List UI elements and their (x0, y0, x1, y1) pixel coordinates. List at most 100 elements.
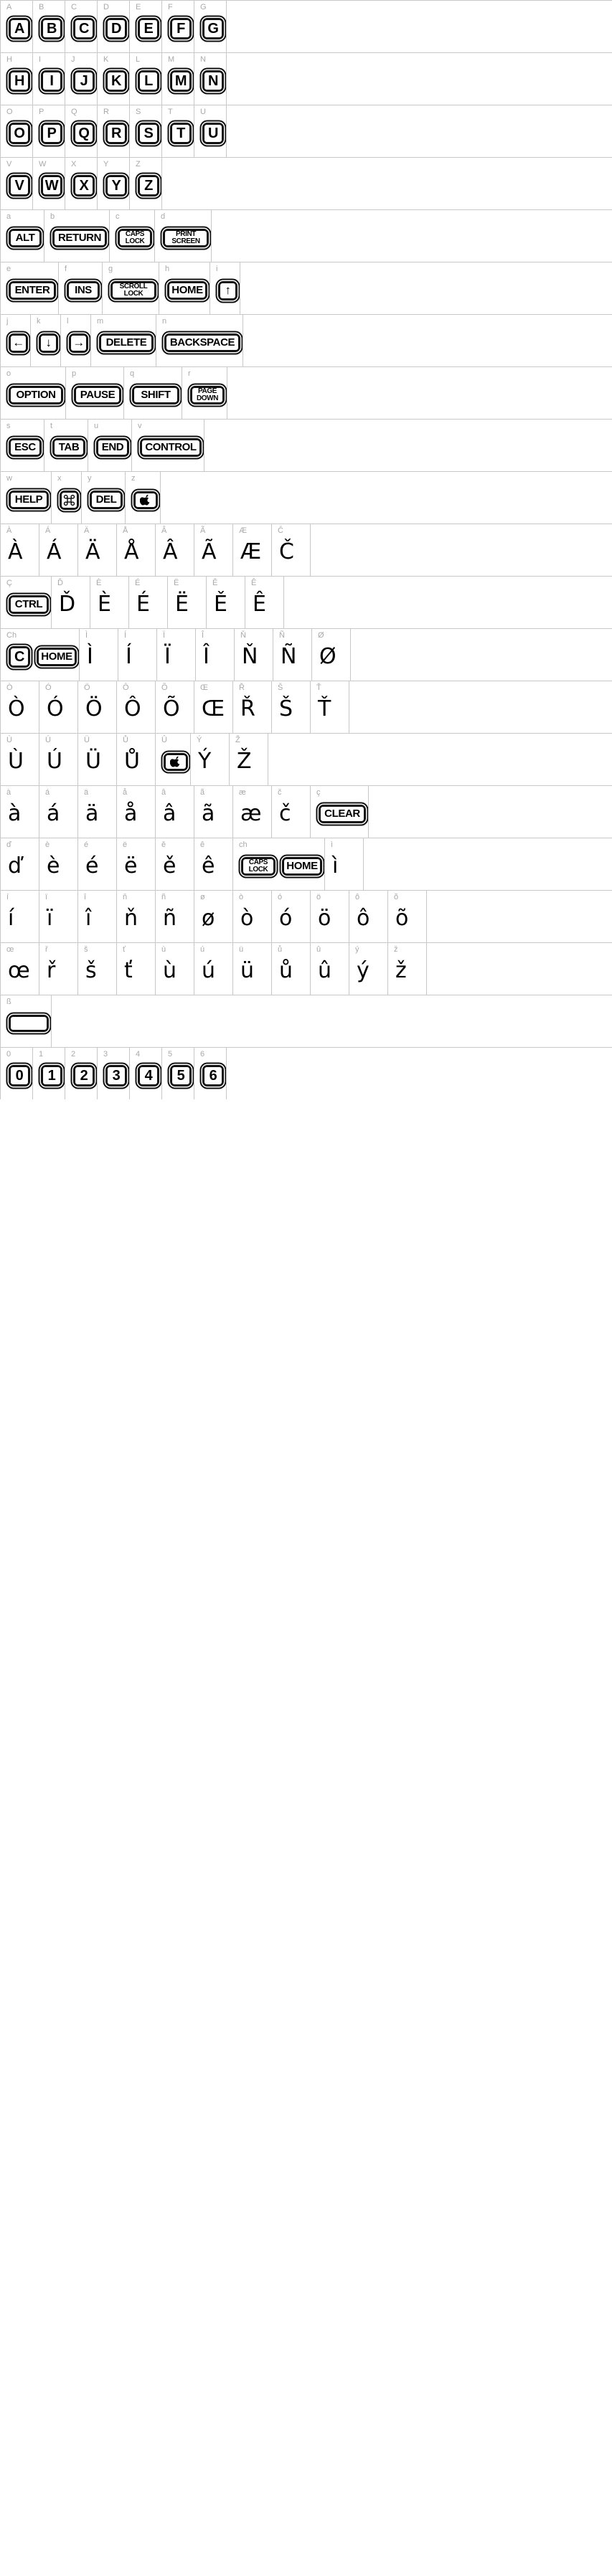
glyph-cell[interactable]: ÂÂ (155, 524, 194, 576)
glyph-cell[interactable]: o OPTION (0, 367, 65, 419)
keycap-caps-lock[interactable]: CAPS LOCK (118, 229, 152, 247)
keycap-0[interactable]: 0 (9, 1065, 30, 1086)
keycap-clear[interactable]: CLEAR (319, 805, 366, 823)
glyph-cell[interactable]: Û (155, 734, 190, 785)
glyph-cell[interactable]: ææ (232, 786, 271, 838)
glyph-cell[interactable]: UU (194, 105, 226, 157)
glyph-cell[interactable]: z (125, 472, 160, 524)
keycap-c[interactable]: C (73, 18, 95, 39)
keycap-ctrl[interactable]: CTRL (9, 595, 49, 614)
glyph-cell[interactable]: ÓÓ (39, 681, 77, 733)
keycap-scroll-lock[interactable]: SCROLL LOCK (110, 281, 156, 300)
glyph-cell[interactable]: r PAGE DOWN (182, 367, 227, 419)
glyph-cell[interactable]: GG (194, 1, 226, 52)
glyph-cell[interactable]: SS (129, 105, 161, 157)
glyph-cell[interactable]: f INS (58, 262, 102, 314)
glyph-cell[interactable]: ÃÃ (194, 524, 232, 576)
glyph-cell[interactable]: FF (161, 1, 194, 52)
keycap-x[interactable]: X (73, 175, 95, 196)
glyph-cell[interactable]: ch CAPS LOCK HOME (232, 838, 324, 890)
keycap-1[interactable]: 1 (41, 1065, 62, 1086)
keycap-v[interactable]: V (9, 175, 30, 196)
glyph-cell[interactable]: n BACKSPACE (156, 315, 243, 366)
glyph-cell[interactable]: øø (194, 891, 232, 942)
keycap-o[interactable]: O (9, 123, 30, 144)
glyph-cell[interactable]: ÅÅ (116, 524, 155, 576)
glyph-cell[interactable]: ĚĚ (206, 577, 245, 628)
keycap-del[interactable]: DEL (90, 491, 123, 509)
keycap-home[interactable]: HOME (282, 857, 322, 876)
glyph-cell[interactable]: ŒŒ (194, 681, 232, 733)
glyph-cell[interactable]: ß (0, 995, 51, 1047)
glyph-cell[interactable]: 44 (129, 1048, 161, 1099)
glyph-cell[interactable]: ññ (155, 891, 194, 942)
glyph-cell[interactable]: OO (0, 105, 32, 157)
keycap-return[interactable]: RETURN (52, 229, 107, 247)
keycap-h[interactable]: H (9, 70, 30, 92)
glyph-cell[interactable]: h HOME (159, 262, 210, 314)
glyph-cell[interactable]: õõ (387, 891, 426, 942)
glyph-cell[interactable]: ÚÚ (39, 734, 77, 785)
glyph-cell[interactable]: RR (97, 105, 129, 157)
glyph-cell[interactable]: ââ (155, 786, 194, 838)
glyph-cell[interactable]: ŽŽ (229, 734, 268, 785)
glyph-cell[interactable]: ZZ (129, 158, 161, 209)
glyph-cell[interactable]: 55 (161, 1048, 194, 1099)
glyph-cell[interactable]: ûû (310, 943, 349, 995)
glyph-cell[interactable]: ýý (349, 943, 387, 995)
keycap-e[interactable]: E (138, 18, 159, 39)
glyph-cell[interactable]: ÒÒ (0, 681, 39, 733)
keycap-t[interactable]: T (170, 123, 192, 144)
glyph-cell[interactable]: ÔÔ (116, 681, 155, 733)
glyph-cell[interactable]: üü (232, 943, 271, 995)
glyph-cell[interactable]: ÜÜ (77, 734, 116, 785)
keycap-backspace[interactable]: BACKSPACE (164, 333, 240, 352)
glyph-cell[interactable]: t TAB (44, 420, 88, 471)
glyph-cell[interactable]: HH (0, 53, 32, 105)
glyph-cell[interactable]: ËË (167, 577, 206, 628)
glyph-cell[interactable]: ÄÄ (77, 524, 116, 576)
glyph-cell[interactable]: x (51, 472, 81, 524)
glyph-cell[interactable]: ÎÎ (195, 629, 234, 681)
glyph-cell[interactable]: šš (77, 943, 116, 995)
keycap-z[interactable]: Z (138, 175, 159, 196)
keycap-tab[interactable]: TAB (52, 438, 85, 457)
glyph-cell[interactable]: ÙÙ (0, 734, 39, 785)
glyph-cell[interactable]: àà (0, 786, 39, 838)
glyph-cell[interactable]: k ↓ (30, 315, 60, 366)
keycap-d[interactable]: D (105, 18, 127, 39)
keycap-w[interactable]: W (41, 175, 62, 196)
glyph-cell[interactable]: KK (97, 53, 129, 105)
glyph-cell[interactable]: NN (194, 53, 226, 105)
glyph-cell[interactable]: BB (32, 1, 65, 52)
glyph-cell[interactable]: p PAUSE (65, 367, 123, 419)
glyph-cell[interactable]: 11 (32, 1048, 65, 1099)
keycap-arrow-down-icon[interactable]: ↓ (39, 333, 58, 353)
keycap-apple-icon[interactable] (164, 752, 188, 771)
glyph-cell[interactable]: TT (161, 105, 194, 157)
glyph-cell[interactable]: WW (32, 158, 65, 209)
glyph-cell[interactable]: u END (88, 420, 131, 471)
glyph-cell[interactable]: ÕÕ (155, 681, 194, 733)
keycap-arrow-right-icon[interactable]: → (69, 333, 88, 353)
glyph-cell[interactable]: čč (271, 786, 310, 838)
glyph-cell[interactable]: ÖÖ (77, 681, 116, 733)
keycap-arrow-left-icon[interactable]: ← (9, 333, 28, 353)
glyph-cell[interactable]: 22 (65, 1048, 97, 1099)
glyph-cell[interactable]: ěě (155, 838, 194, 890)
glyph-cell[interactable]: 00 (0, 1048, 32, 1099)
glyph-cell[interactable]: i ↑ (210, 262, 240, 314)
glyph-cell[interactable]: ïï (39, 891, 77, 942)
glyph-cell[interactable]: XX (65, 158, 97, 209)
glyph-cell[interactable]: QQ (65, 105, 97, 157)
glyph-cell[interactable]: ùù (155, 943, 194, 995)
glyph-cell[interactable]: êê (194, 838, 232, 890)
glyph-cell[interactable]: ÀÀ (0, 524, 39, 576)
keycap-l[interactable]: L (138, 70, 159, 92)
glyph-cell[interactable]: 33 (97, 1048, 129, 1099)
keycap-p[interactable]: P (41, 123, 62, 144)
keycap-alt[interactable]: ALT (9, 229, 42, 247)
glyph-cell[interactable]: w HELP (0, 472, 51, 524)
glyph-cell[interactable]: s ESC (0, 420, 44, 471)
keycap-control[interactable]: CONTROL (140, 438, 202, 457)
